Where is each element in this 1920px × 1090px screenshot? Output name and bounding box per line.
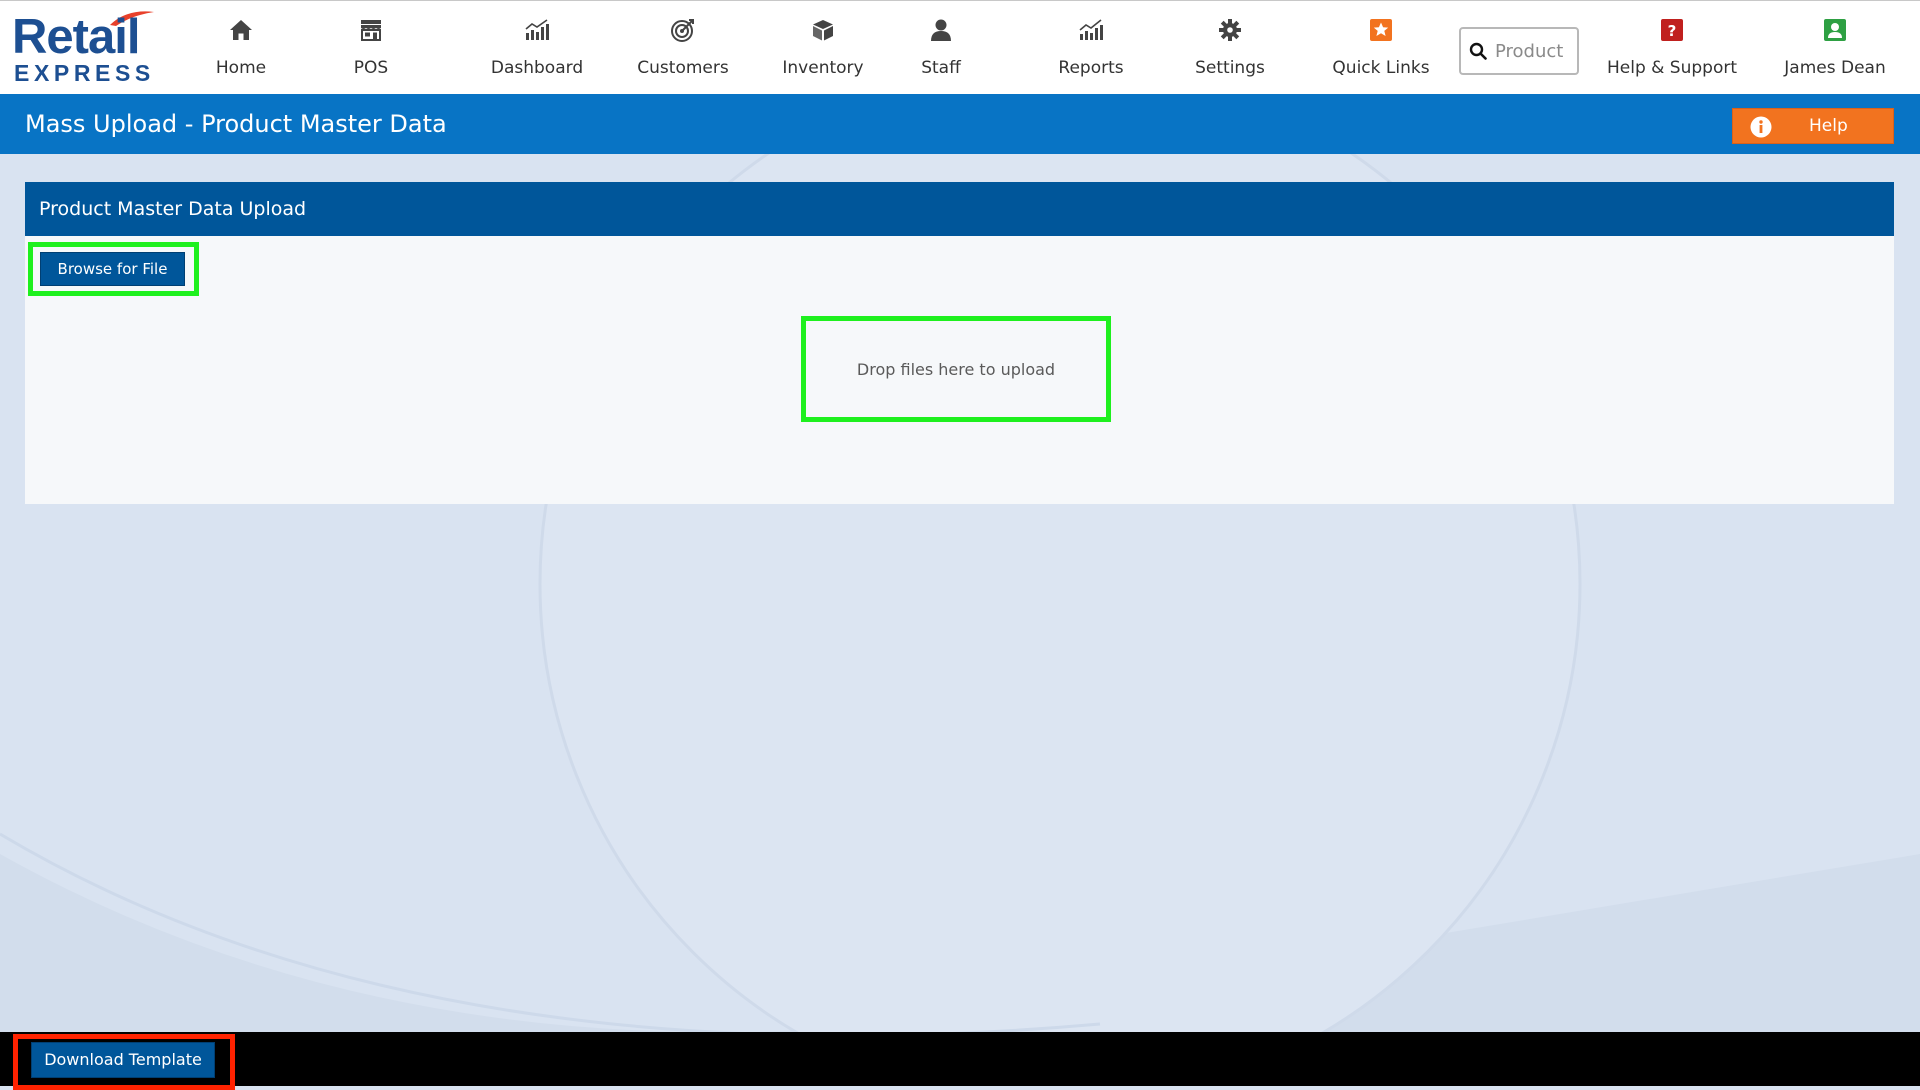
page-footer: Download Template [0, 1032, 1920, 1090]
product-search-input[interactable] [1493, 39, 1577, 63]
nav-label-help-support: Help & Support [1606, 58, 1738, 78]
logo-text-retail: Retail [12, 10, 140, 64]
nav-item-home[interactable]: Home [208, 17, 274, 83]
download-template-button[interactable]: Download Template [31, 1042, 215, 1078]
user-icon [1824, 19, 1846, 41]
nav-item-settings[interactable]: Settings [1187, 17, 1273, 83]
browse-for-file-button[interactable]: Browse for File [40, 252, 185, 286]
person-icon [931, 19, 951, 41]
upload-panel-title: Product Master Data Upload [39, 198, 307, 220]
upload-panel: Product Master Data Upload Browse for Fi… [25, 182, 1894, 504]
nav-label-home: Home [215, 58, 267, 78]
nav-item-pos[interactable]: POS [341, 17, 401, 83]
nav-label-reports: Reports [1058, 58, 1124, 78]
box-icon [813, 20, 833, 41]
nav-item-help-support[interactable]: ? Help & Support [1604, 17, 1740, 83]
nav-label-quick-links: Quick Links [1332, 58, 1430, 78]
question-icon: ? [1661, 19, 1683, 41]
nav-item-user-profile[interactable]: James Dean [1780, 17, 1890, 83]
nav-label-user: James Dean [1784, 58, 1886, 78]
retail-express-logo[interactable]: Retail EXPRESS [12, 10, 155, 86]
svg-text:?: ? [1668, 22, 1677, 40]
nav-item-inventory[interactable]: Inventory [776, 17, 870, 83]
help-button-label: Help [1809, 116, 1848, 136]
search-icon [1469, 42, 1487, 60]
upload-panel-header: Product Master Data Upload [25, 182, 1894, 236]
nav-label-inventory: Inventory [782, 58, 864, 78]
bar-chart-icon [525, 19, 549, 40]
nav-item-dashboard[interactable]: Dashboard [480, 17, 594, 83]
logo-text-express: EXPRESS [14, 60, 155, 86]
top-navigation: Retail EXPRESS Home POS Dashboard Custom… [0, 0, 1920, 94]
nav-label-staff: Staff [921, 58, 961, 78]
target-icon [671, 19, 694, 42]
product-search-box[interactable] [1459, 27, 1579, 75]
nav-label-dashboard: Dashboard [490, 58, 584, 78]
help-button[interactable]: Help [1732, 108, 1894, 144]
page-title: Mass Upload - Product Master Data [25, 110, 447, 138]
gear-icon [1219, 19, 1241, 41]
star-icon [1370, 19, 1392, 41]
drop-zone-text: Drop files here to upload [856, 359, 1056, 379]
nav-label-pos: POS [353, 58, 389, 78]
home-icon [230, 20, 252, 40]
nav-item-customers[interactable]: Customers [633, 17, 733, 83]
info-icon [1750, 116, 1772, 138]
nav-label-settings: Settings [1195, 58, 1265, 78]
nav-label-customers: Customers [637, 58, 729, 78]
page-title-bar: Mass Upload - Product Master Data Help [0, 94, 1920, 154]
store-icon [361, 20, 381, 41]
line-chart-icon [1079, 19, 1103, 40]
file-drop-zone[interactable]: Drop files here to upload [801, 316, 1111, 422]
nav-item-reports[interactable]: Reports [1050, 17, 1132, 83]
nav-item-staff[interactable]: Staff [906, 17, 976, 83]
nav-item-quick-links[interactable]: Quick Links [1331, 17, 1431, 83]
